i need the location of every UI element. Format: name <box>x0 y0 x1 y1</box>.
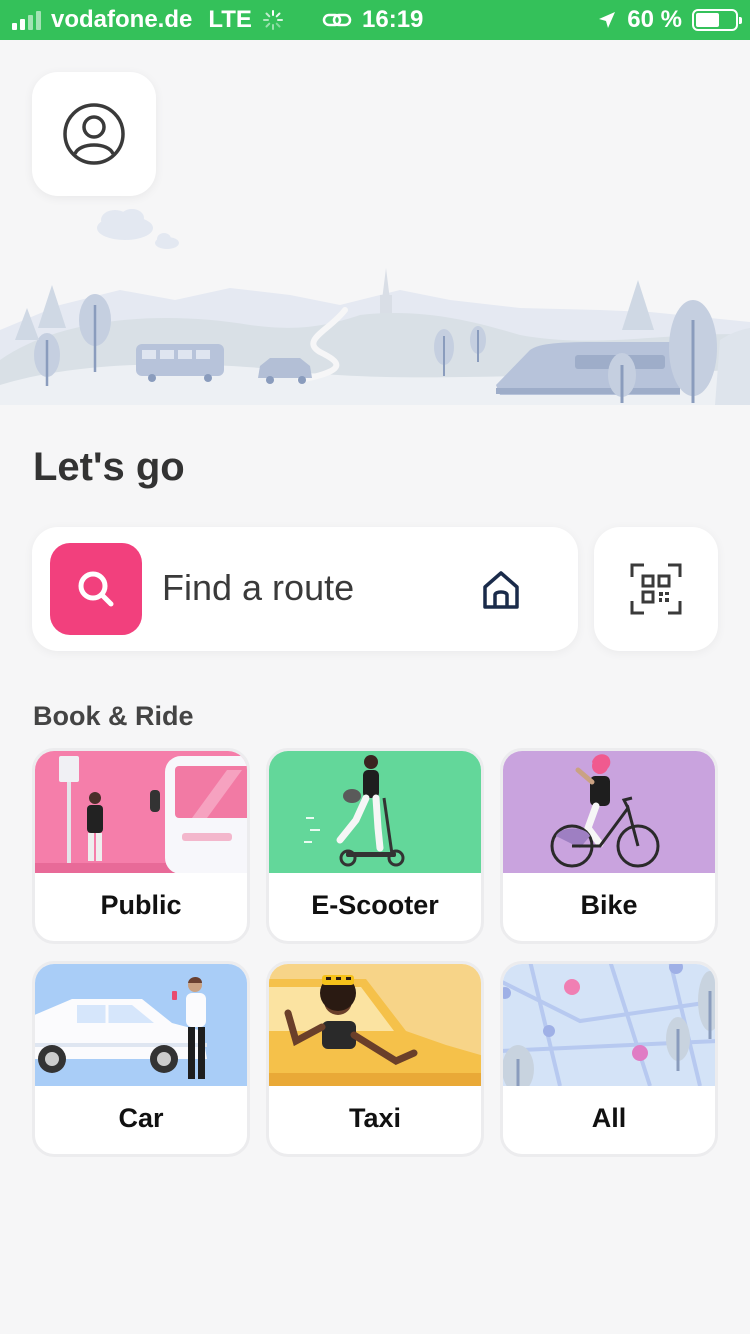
public-transport-illustration <box>35 751 247 873</box>
tile-car[interactable]: Car <box>32 961 250 1157</box>
find-route-label[interactable]: Find a route <box>162 567 354 609</box>
network-type: LTE <box>208 6 252 33</box>
car-illustration <box>35 964 247 1086</box>
e-scooter-illustration <box>269 751 481 873</box>
tile-bike[interactable]: Bike <box>500 748 718 944</box>
status-bar: vodafone.de LTE 16:19 60 % <box>0 0 750 40</box>
battery-fill <box>696 13 719 27</box>
location-arrow-icon <box>599 12 616 28</box>
tile-label: E-Scooter <box>311 890 439 920</box>
taxi-illustration <box>269 964 481 1086</box>
map-illustration <box>503 964 715 1086</box>
search-icon <box>78 571 114 607</box>
battery-icon <box>692 9 742 31</box>
user-circle-icon <box>63 103 125 165</box>
tile-label: Bike <box>580 890 638 920</box>
tile-public[interactable]: Public <box>32 748 250 944</box>
profile-button[interactable] <box>32 72 156 196</box>
link-icon <box>322 13 352 27</box>
clock: 16:19 <box>362 6 424 33</box>
qr-scan-icon <box>630 563 682 615</box>
bike-illustration <box>503 751 715 873</box>
tile-label: Taxi <box>348 1103 402 1133</box>
hero-landscape-illustration <box>0 209 750 405</box>
page-title: Let's go <box>33 445 185 489</box>
home-route-button[interactable] <box>472 563 530 617</box>
home-icon <box>483 571 519 609</box>
battery-percentage: 60 % <box>627 6 682 33</box>
tile-all[interactable]: All <box>500 961 718 1157</box>
tile-e-scooter[interactable]: E-Scooter <box>266 748 484 944</box>
activity-spinner-icon <box>262 10 283 30</box>
section-title-book-ride: Book & Ride <box>33 701 194 731</box>
signal-strength-icon <box>12 10 41 30</box>
carrier-name: vodafone.de <box>51 6 193 33</box>
qr-scan-button[interactable] <box>594 527 718 651</box>
tile-taxi[interactable]: Taxi <box>266 961 484 1157</box>
search-button[interactable] <box>50 543 142 635</box>
tile-label: Public <box>100 890 182 920</box>
find-route-card[interactable]: Find a route <box>32 527 578 651</box>
tile-label: All <box>591 1103 627 1133</box>
tile-label: Car <box>118 1103 164 1133</box>
